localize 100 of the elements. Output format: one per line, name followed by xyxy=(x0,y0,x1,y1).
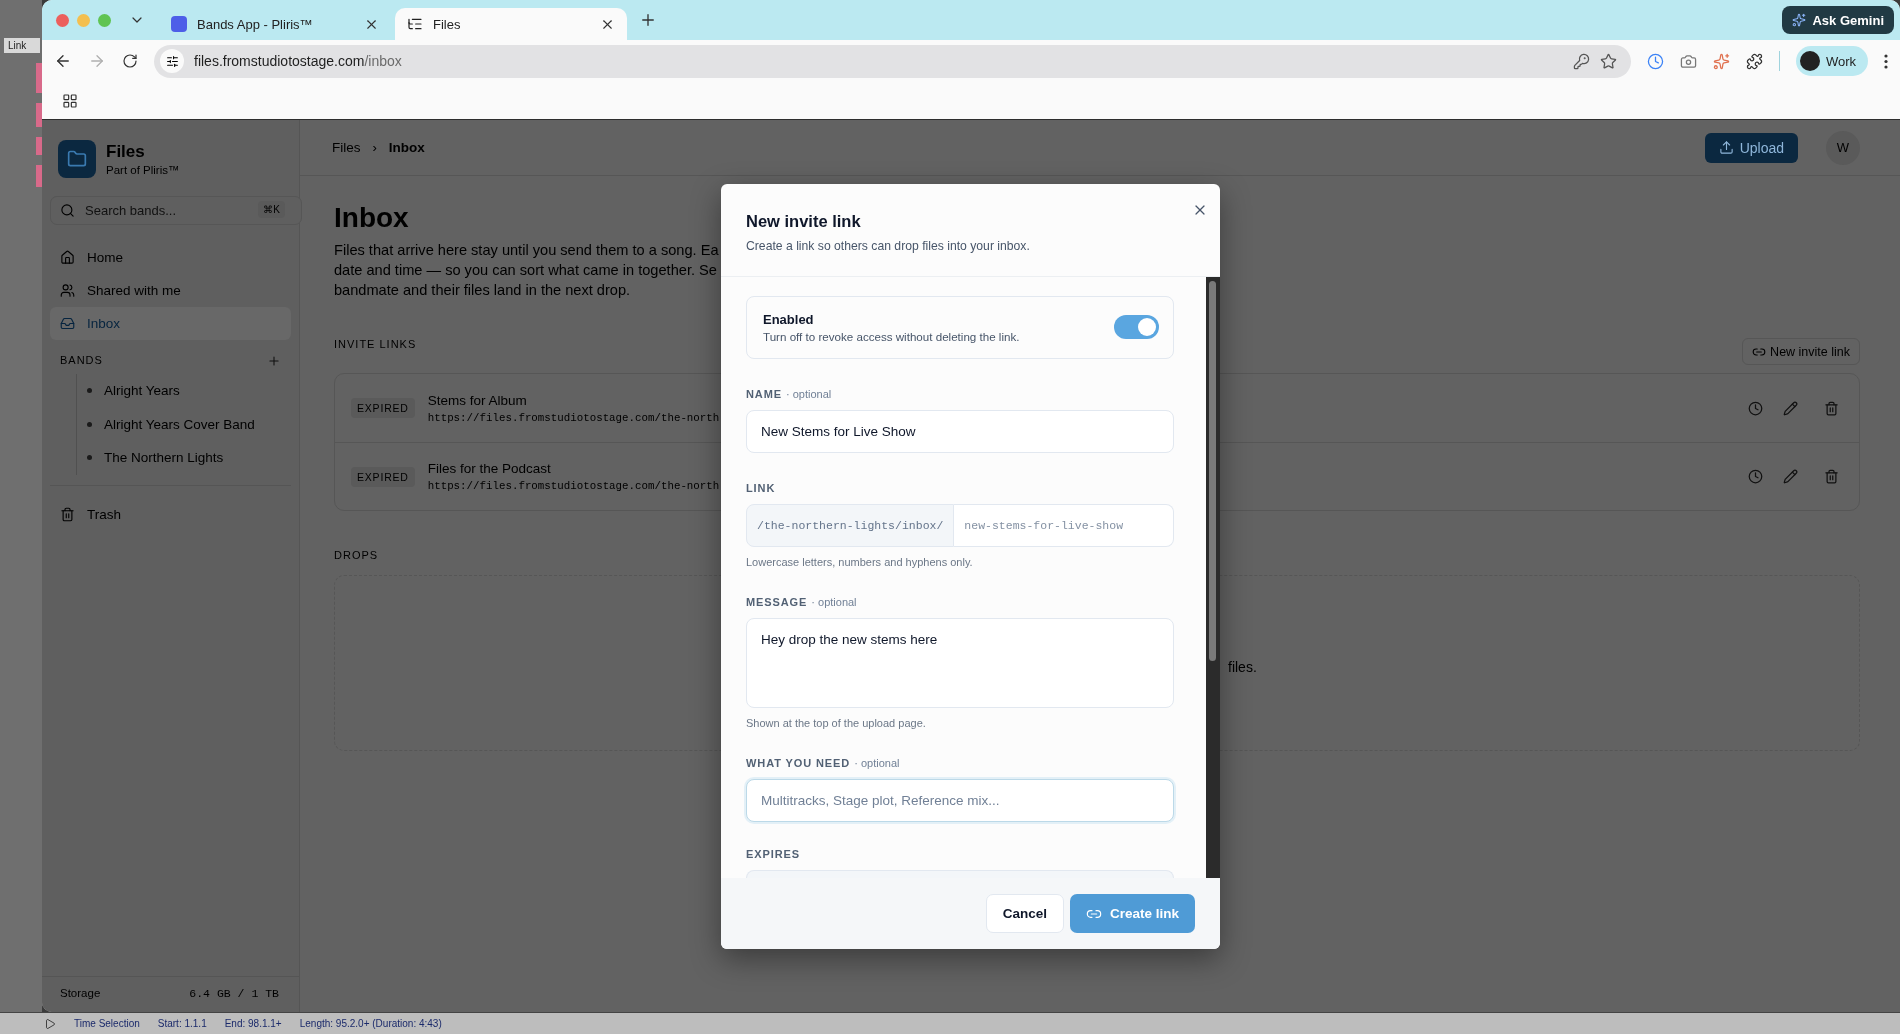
reload-icon xyxy=(122,53,138,69)
status-text: Start: 1.1.1 xyxy=(157,1018,207,1029)
user-avatar[interactable]: W xyxy=(1826,130,1860,165)
back-button[interactable] xyxy=(54,52,72,70)
upload-button[interactable]: Upload xyxy=(1704,132,1798,163)
app-name: Files xyxy=(106,142,145,162)
storage-label: Storage xyxy=(60,987,101,1000)
bullet-icon xyxy=(87,388,92,394)
audio-clip xyxy=(36,165,42,187)
trash-icon[interactable] xyxy=(1824,469,1839,484)
status-badge: EXPIRED xyxy=(351,398,415,418)
link-prefix: /the-northern-lights/inbox/ xyxy=(746,503,955,547)
dialog-subtitle: Create a link so others can drop files into your inbox. xyxy=(746,239,1030,253)
new-tab-button[interactable] xyxy=(639,11,657,29)
optional-note: · optional xyxy=(811,595,857,608)
extension-button[interactable] xyxy=(1646,52,1664,70)
trash-icon[interactable] xyxy=(1824,400,1839,416)
section-heading: DROPS xyxy=(334,549,379,561)
app-subtitle: Part of Pliris™ xyxy=(106,164,180,176)
address-bar[interactable]: files.fromstudiotostage.com/inbox xyxy=(154,44,1631,78)
bullet-icon xyxy=(87,421,92,427)
link-name: Stems for Album xyxy=(427,392,527,408)
section-heading: INVITE LINKS xyxy=(334,338,417,350)
menu-button[interactable] xyxy=(1884,53,1888,69)
nav-icon xyxy=(60,250,75,265)
camera-button[interactable] xyxy=(1679,52,1697,70)
clock-icon[interactable] xyxy=(1748,469,1763,484)
browser-tab[interactable]: Files xyxy=(395,8,627,40)
camera-icon xyxy=(1679,52,1697,70)
extension-button[interactable] xyxy=(1712,52,1730,70)
apps-button[interactable] xyxy=(62,92,78,109)
field-label: MESSAGE xyxy=(746,595,808,608)
search-icon xyxy=(60,203,75,218)
status-text: Length: 95.2.0+ (Duration: 4:43) xyxy=(299,1018,442,1029)
optional-note: · optional xyxy=(854,757,900,770)
create-link-button[interactable]: Create link xyxy=(1069,894,1195,933)
empty-state-text: files. xyxy=(1228,659,1257,675)
field-hint: Lowercase letters, numbers and hyphens only. xyxy=(746,555,973,568)
play-button[interactable] xyxy=(44,1017,56,1030)
breadcrumb-separator: › xyxy=(372,140,377,155)
audio-clip xyxy=(36,137,42,155)
nav-item[interactable]: Inbox xyxy=(50,307,291,340)
play-icon xyxy=(44,1017,56,1030)
avatar-icon xyxy=(1799,51,1820,71)
star-icon xyxy=(1599,52,1617,70)
slug-input[interactable]: new-stems-for-live-show xyxy=(954,503,1174,547)
folder-logo-icon xyxy=(58,140,96,178)
audio-clip xyxy=(36,103,42,127)
browser-tab[interactable]: Bands App - Pliris™ xyxy=(159,8,391,40)
toggle-description: Turn off to revoke access without deleting the link. xyxy=(763,329,1020,343)
site-settings-icon[interactable] xyxy=(160,49,184,73)
link-name: Files for the Podcast xyxy=(427,461,551,476)
clock-icon[interactable] xyxy=(1748,400,1763,416)
clock-icon xyxy=(1646,52,1664,70)
status-badge: EXPIRED xyxy=(351,466,415,487)
breadcrumb-item[interactable]: Files xyxy=(332,140,361,155)
name-input[interactable]: New Stems for Live Show xyxy=(746,409,1174,453)
page-title: Inbox xyxy=(334,202,409,234)
band-item[interactable]: Alright Years xyxy=(87,374,291,408)
ask-gemini-button[interactable]: Ask Gemini xyxy=(1782,6,1894,34)
key-icon xyxy=(1572,52,1590,70)
trash-item[interactable]: Trash xyxy=(50,497,291,531)
extensions-button[interactable] xyxy=(1745,52,1763,70)
status-text: Time Selection xyxy=(74,1018,140,1029)
list-icon xyxy=(407,16,423,32)
puzzle-icon xyxy=(1745,52,1763,70)
shortcut-hint: ⌘K xyxy=(258,201,285,218)
storage-value: 6.4 GB / 1 TB xyxy=(189,987,279,1000)
message-input[interactable]: Hey drop the new stems here xyxy=(746,617,1174,709)
scrollbar[interactable] xyxy=(1206,277,1220,878)
enabled-switch[interactable] xyxy=(1114,315,1159,340)
new-invite-link-button[interactable]: New invite link xyxy=(1742,338,1860,365)
toggle-label: Enabled xyxy=(763,311,814,327)
optional-note: · optional xyxy=(786,387,832,400)
pencil-icon[interactable] xyxy=(1783,469,1798,484)
description-line: Files that arrive here stay until you send them to a song. Ea xyxy=(334,241,719,260)
field-label: NAME xyxy=(746,387,782,400)
band-item[interactable]: The Northern Lights xyxy=(87,441,291,475)
section-heading: BANDS xyxy=(60,354,103,366)
nav-item[interactable]: Shared with me xyxy=(50,274,291,307)
link-url: https://files.fromstudiotostage.com/the-north xyxy=(427,411,720,424)
dialog-title: New invite link xyxy=(746,212,861,231)
reload-button[interactable] xyxy=(122,53,138,69)
needs-input[interactable]: Multitracks, Stage plot, Reference mix... xyxy=(746,779,1174,823)
link-url: https://files.fromstudiotostage.com/the-north xyxy=(427,480,720,492)
cancel-button[interactable]: Cancel xyxy=(985,894,1064,933)
description-line: date and time — so you can sort what came in together. Se xyxy=(334,261,717,280)
add-band-button[interactable] xyxy=(267,354,281,368)
pencil-icon[interactable] xyxy=(1783,400,1798,416)
close-window-button[interactable] xyxy=(56,13,69,27)
bullet-icon xyxy=(87,455,92,461)
link-button[interactable]: Link xyxy=(4,38,40,53)
maximize-window-button[interactable] xyxy=(98,13,111,27)
forward-arrow-icon xyxy=(88,52,106,70)
profile-button[interactable]: Work xyxy=(1795,46,1868,76)
status-text: End: 98.1.1+ xyxy=(224,1018,282,1029)
band-item[interactable]: Alright Years Cover Band xyxy=(87,407,291,441)
expires-field[interactable] xyxy=(746,870,1174,878)
nav-icon xyxy=(60,316,75,331)
nav-item[interactable]: Home xyxy=(50,241,291,274)
